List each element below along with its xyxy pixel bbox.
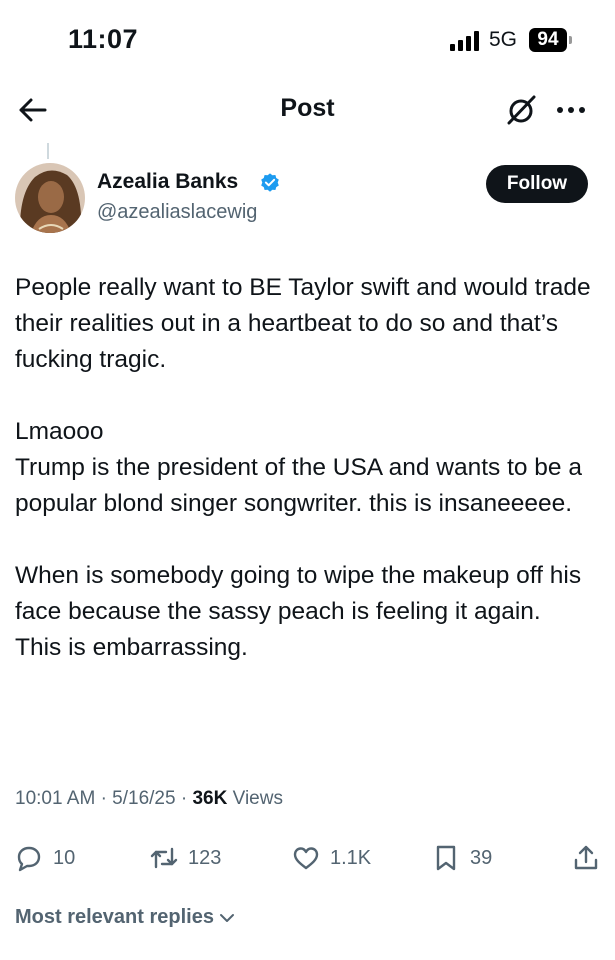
views-label: Views	[232, 788, 283, 809]
post-text: People really want to BE Taylor swift an…	[15, 270, 605, 666]
grok-button[interactable]	[503, 92, 539, 128]
avatar[interactable]	[15, 163, 85, 233]
reply-count: 10	[53, 846, 76, 869]
meta-separator: ·	[100, 788, 107, 809]
share-button[interactable]	[572, 838, 610, 878]
network-type: 5G	[489, 28, 518, 51]
views-count[interactable]: 36K	[192, 788, 227, 809]
chevron-down-icon	[219, 913, 234, 922]
repost-count: 123	[188, 846, 222, 869]
verified-badge-icon	[261, 173, 279, 192]
battery-level: 94	[529, 28, 567, 52]
post-time: 10:01 AM	[15, 788, 96, 809]
nav-bar: Post	[0, 80, 615, 140]
reply-icon	[17, 846, 41, 872]
repost-button[interactable]: 123	[150, 838, 221, 878]
bookmark-count: 39	[470, 846, 493, 869]
battery-tip	[569, 36, 572, 44]
avatar-image	[15, 163, 85, 233]
replies-sort-dropdown[interactable]: Most relevant replies	[15, 906, 237, 929]
replies-sort-label: Most relevant replies	[15, 906, 214, 928]
post-paragraph-1: People really want to BE Taylor swift an…	[15, 274, 591, 373]
like-count: 1.1K	[330, 846, 372, 869]
reply-button[interactable]: 10	[15, 838, 75, 878]
author-handle[interactable]: @azealiaslacewig	[97, 201, 257, 224]
post-paragraph-2-line-2: Trump is the president of the USA and wa…	[15, 454, 582, 517]
share-icon	[574, 845, 598, 870]
post-paragraph-3-line-1: When is somebody going to wipe the makeu…	[15, 562, 582, 625]
follow-button[interactable]: Follow	[486, 165, 588, 203]
bookmark-button[interactable]: 39	[432, 838, 492, 878]
post-paragraph-3-line-2: This is embarrassing.	[15, 634, 248, 661]
post-date: 5/16/25	[112, 788, 176, 809]
post-meta: 10:01 AM · 5/16/25 · 36K Views	[15, 788, 283, 810]
cellular-signal-icon	[450, 31, 482, 51]
status-time: 11:07	[68, 24, 139, 54]
more-horizontal-icon	[557, 107, 585, 113]
repost-icon	[150, 847, 178, 869]
heart-icon	[293, 847, 319, 870]
meta-separator: ·	[180, 788, 188, 809]
bookmark-icon	[436, 845, 456, 871]
status-bar: 11:07 5G 94	[0, 0, 615, 80]
like-button[interactable]: 1.1K	[292, 838, 371, 878]
post-paragraph-2-line-1: Lmaooo	[15, 418, 104, 445]
thread-line	[47, 143, 49, 159]
action-bar: 10 123 1.1K 39	[0, 838, 615, 878]
more-button[interactable]	[553, 92, 589, 128]
grok-icon	[507, 95, 536, 125]
author-name[interactable]: Azealia Banks	[97, 170, 238, 194]
